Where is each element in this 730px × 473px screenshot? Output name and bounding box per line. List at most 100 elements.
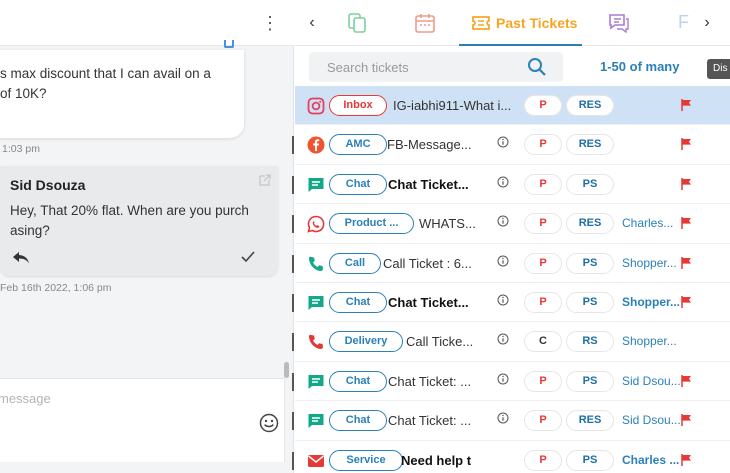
ticket-tag[interactable]: Chat bbox=[329, 370, 387, 392]
search-input[interactable] bbox=[309, 52, 529, 82]
flag-icon[interactable] bbox=[681, 374, 692, 387]
status-badge: RES bbox=[566, 95, 614, 116]
flag-icon[interactable] bbox=[681, 138, 692, 151]
ticket-title[interactable]: Chat Ticket: ... bbox=[388, 374, 471, 389]
assigned-agent[interactable]: Sid Dsou... bbox=[622, 413, 681, 427]
priority-badge: P bbox=[524, 173, 562, 195]
priority-badge: P bbox=[524, 410, 562, 432]
info-icon[interactable] bbox=[497, 136, 509, 148]
tab-partial[interactable]: F bbox=[678, 12, 689, 33]
expand-icon[interactable] bbox=[224, 40, 234, 48]
ticket-title[interactable]: WHATS... bbox=[419, 216, 476, 231]
info-icon[interactable] bbox=[497, 333, 509, 345]
check-icon bbox=[241, 251, 255, 263]
assigned-agent[interactable]: Charles... bbox=[622, 216, 673, 230]
more-options-icon[interactable]: ⋮ bbox=[260, 13, 280, 33]
chat-scrollbar[interactable] bbox=[284, 362, 289, 378]
ticket-title[interactable]: Chat Ticket: ... bbox=[388, 413, 471, 428]
row-marker bbox=[292, 412, 294, 431]
conversation-icon[interactable] bbox=[608, 12, 630, 34]
outgoing-message-bubble: Sid Dsouza Hey, That 20% flat. When are … bbox=[0, 166, 278, 276]
ticket-icon bbox=[472, 16, 490, 30]
flag-icon[interactable] bbox=[681, 177, 692, 190]
ticket-tag[interactable]: Chat bbox=[329, 173, 387, 195]
ticket-row[interactable]: Chat Chat Ticket: ... P PS Sid Dsou... bbox=[292, 362, 730, 402]
ticket-tag[interactable]: Service bbox=[329, 449, 403, 471]
info-icon[interactable] bbox=[497, 255, 509, 267]
info-icon[interactable] bbox=[497, 294, 509, 306]
flag-icon[interactable] bbox=[681, 217, 692, 230]
ticket-row[interactable]: Call Call Ticket : 6... P PS Shopper... bbox=[292, 244, 730, 283]
ticket-title[interactable]: FB-Message... bbox=[387, 137, 472, 152]
ticket-row[interactable]: Delivery Call Ticke... C RS Shopper... bbox=[292, 322, 730, 362]
priority-badge: P bbox=[524, 449, 562, 471]
whatsapp-icon bbox=[307, 215, 325, 233]
tab-past-tickets[interactable]: Past Tickets bbox=[459, 0, 582, 46]
flag-icon[interactable] bbox=[681, 453, 692, 466]
ticket-row[interactable]: Chat Chat Ticket... P PS Shopper... bbox=[292, 283, 730, 323]
info-icon[interactable] bbox=[497, 412, 509, 424]
row-marker bbox=[292, 175, 294, 194]
assigned-agent[interactable]: Charles ... bbox=[622, 453, 679, 467]
ticket-tag[interactable]: Delivery bbox=[329, 331, 403, 353]
info-icon[interactable] bbox=[497, 176, 509, 188]
tab-scroll-right-icon[interactable]: › bbox=[700, 13, 714, 33]
flag-icon[interactable] bbox=[681, 414, 692, 427]
phone-icon bbox=[308, 256, 323, 271]
chat-icon bbox=[308, 414, 324, 429]
status-badge: RES bbox=[566, 410, 614, 432]
chat-icon bbox=[308, 177, 324, 192]
info-icon[interactable] bbox=[497, 215, 509, 227]
ticket-title[interactable]: Call Ticke... bbox=[406, 334, 473, 349]
tooltip: Dis bbox=[707, 59, 730, 79]
ticket-row[interactable]: AMC FB-Message... P RES bbox=[292, 125, 730, 165]
priority-badge: P bbox=[524, 370, 562, 392]
status-badge: PS bbox=[566, 173, 614, 195]
ticket-title[interactable]: Need help t bbox=[401, 453, 471, 468]
info-icon[interactable] bbox=[497, 373, 509, 385]
message-composer[interactable]: message bbox=[0, 378, 285, 462]
flag-icon[interactable] bbox=[681, 256, 692, 269]
status-badge: PS bbox=[566, 370, 614, 392]
ticket-row[interactable]: Product ... WHATS... P RES Charles... bbox=[292, 204, 730, 244]
tab-bar: ‹ Past Tickets F › bbox=[295, 0, 730, 46]
ticket-row[interactable]: Service Need help t P PS Charles ... bbox=[292, 441, 730, 473]
ticket-tag[interactable]: Chat bbox=[329, 410, 387, 432]
flag-icon[interactable] bbox=[681, 295, 692, 308]
ticket-row[interactable]: Chat Chat Ticket: ... P RES Sid Dsou... bbox=[292, 401, 730, 441]
ticket-row[interactable]: Chat Chat Ticket... P PS bbox=[292, 165, 730, 205]
row-marker bbox=[292, 451, 294, 470]
row-marker bbox=[292, 293, 294, 312]
ticket-title[interactable]: Chat Ticket... bbox=[388, 295, 469, 310]
priority-badge: C bbox=[524, 331, 562, 353]
ticket-title[interactable]: IG-iabhi911-What i... bbox=[393, 98, 511, 113]
ticket-tag[interactable]: Chat bbox=[329, 291, 387, 313]
calendar-icon[interactable] bbox=[414, 12, 436, 34]
composer-placeholder: message bbox=[0, 391, 51, 406]
pagination-label[interactable]: 1-50 of many bbox=[600, 59, 679, 74]
flag-icon[interactable] bbox=[681, 99, 692, 111]
emoji-icon[interactable] bbox=[259, 413, 279, 433]
assigned-agent[interactable]: Sid Dsou... bbox=[622, 374, 681, 388]
ticket-tag[interactable]: Inbox bbox=[329, 95, 387, 116]
ticket-title[interactable]: Chat Ticket... bbox=[388, 177, 469, 192]
status-badge: RS bbox=[566, 331, 614, 353]
status-badge: PS bbox=[566, 449, 614, 471]
search-icon[interactable] bbox=[527, 57, 547, 77]
ticket-tag[interactable]: Call bbox=[329, 252, 381, 274]
assigned-agent[interactable]: Shopper... bbox=[622, 334, 677, 348]
ticket-row[interactable]: Inbox IG-iabhi911-What i... P RES bbox=[295, 86, 730, 126]
reply-icon[interactable] bbox=[12, 250, 30, 266]
incoming-message-time: 1:03 pm bbox=[2, 143, 40, 155]
external-link-icon[interactable] bbox=[258, 173, 272, 187]
row-marker bbox=[292, 254, 294, 273]
copy-icon[interactable] bbox=[346, 12, 368, 34]
row-marker bbox=[292, 372, 294, 391]
status-badge: RES bbox=[566, 134, 614, 156]
ticket-title[interactable]: Call Ticket : 6... bbox=[383, 256, 472, 271]
ticket-tag[interactable]: Product ... bbox=[329, 213, 414, 235]
tab-scroll-left-icon[interactable]: ‹ bbox=[305, 13, 319, 33]
assigned-agent[interactable]: Shopper... bbox=[622, 256, 677, 270]
ticket-tag[interactable]: AMC bbox=[329, 134, 387, 156]
assigned-agent[interactable]: Shopper... bbox=[622, 295, 680, 309]
